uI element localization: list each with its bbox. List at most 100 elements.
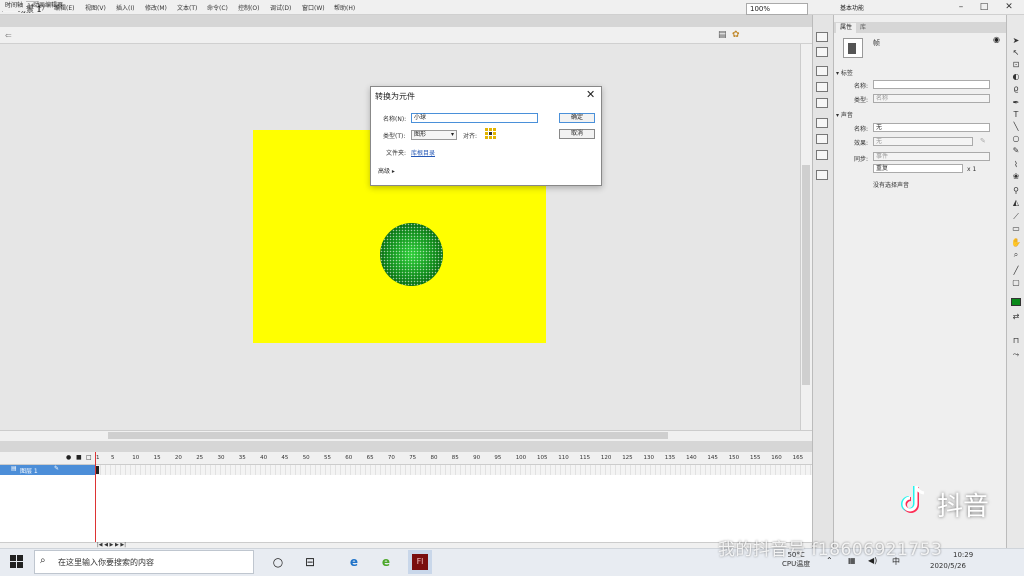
pencil-tool-icon[interactable]: ✎: [1010, 146, 1022, 155]
eraser-icon[interactable]: ▭: [1010, 224, 1022, 233]
edit-scene-icon[interactable]: ▤: [718, 30, 727, 40]
info-panel-icon[interactable]: [816, 82, 828, 92]
clock-time[interactable]: 10:29: [953, 551, 973, 559]
sound-name-select[interactable]: 无: [873, 123, 990, 132]
dialog-close-icon[interactable]: ✕: [586, 88, 595, 101]
back-arrow-icon[interactable]: ⇐: [5, 31, 12, 40]
menu-control[interactable]: 控制(O): [238, 3, 259, 12]
tab-motion-editor[interactable]: 动画编辑器: [30, 1, 66, 11]
components-panel-icon[interactable]: [816, 134, 828, 144]
minimize-button[interactable]: –: [950, 1, 972, 13]
symbol-name-input[interactable]: 小球: [411, 113, 538, 123]
lock-icon[interactable]: ■: [76, 454, 82, 461]
swap-colors-icon[interactable]: ⇄: [1010, 312, 1022, 321]
bone-tool-icon[interactable]: ⚲: [1010, 186, 1022, 195]
motion-presets-icon[interactable]: [816, 150, 828, 160]
outline-icon[interactable]: □: [86, 454, 92, 461]
color-panel-icon[interactable]: [816, 32, 828, 42]
frame-row[interactable]: [96, 465, 812, 475]
menu-debug[interactable]: 调试(D): [270, 3, 291, 12]
sync-select[interactable]: 事件: [873, 152, 990, 161]
oval-tool-icon[interactable]: ○: [1010, 134, 1022, 143]
horizontal-scroll-thumb[interactable]: [108, 432, 668, 439]
frame-tick: 105: [537, 455, 548, 461]
repeat-select[interactable]: 重复: [873, 164, 963, 173]
deco-tool-icon[interactable]: ❀: [1010, 172, 1022, 181]
taskbar-search-placeholder[interactable]: 在这里输入你要搜索的内容: [58, 557, 154, 568]
advanced-toggle[interactable]: 高级 ▸: [378, 166, 395, 175]
frame-tick: 25: [196, 455, 204, 461]
effect-select[interactable]: 无: [873, 137, 973, 146]
stroke-color-icon[interactable]: ╱: [1010, 266, 1022, 275]
section-label-header[interactable]: ▾ 标签: [836, 68, 853, 77]
playhead[interactable]: [95, 452, 96, 542]
frame-tick: 75: [409, 455, 417, 461]
transform-panel-icon[interactable]: [816, 118, 828, 128]
selection-tool-icon[interactable]: ➤: [1010, 36, 1022, 45]
frame-ruler[interactable]: 1 5 10 15 20 25 30 35 40 45 50 55 60 65 70 75 80 85 90 95 10…: [96, 452, 812, 465]
edit-envelope-icon[interactable]: ✎: [980, 137, 986, 145]
flash-taskbar-icon[interactable]: Fl: [408, 550, 432, 574]
align-panel-icon[interactable]: [816, 98, 828, 108]
maximize-button[interactable]: □: [973, 1, 995, 13]
label-type-label: 类型:: [854, 97, 869, 104]
section-sound-header[interactable]: ▾ 声音: [836, 110, 853, 119]
brush-tool-icon[interactable]: ⌇: [1010, 160, 1022, 169]
close-window-button[interactable]: ✕: [998, 1, 1020, 13]
label-type-select[interactable]: 名称: [873, 94, 990, 103]
layer-name[interactable]: 图层 1: [20, 466, 38, 475]
help-icon[interactable]: ◉: [993, 35, 1000, 44]
snap-magnet-icon[interactable]: ⊓: [1010, 336, 1022, 345]
subselection-tool-icon[interactable]: ↖: [1010, 48, 1022, 57]
clock-date[interactable]: 2020/5/26: [930, 562, 966, 570]
pen-tool-icon[interactable]: ✒: [1010, 98, 1022, 107]
lasso-tool-icon[interactable]: ϱ: [1010, 84, 1022, 93]
menu-help[interactable]: 帮助(H): [334, 3, 355, 12]
paint-bucket-icon[interactable]: ◭: [1010, 198, 1022, 207]
task-view-icon[interactable]: ⊟: [300, 552, 320, 572]
3d-rotation-tool-icon[interactable]: ◐: [1010, 72, 1022, 81]
keyframe[interactable]: [96, 466, 99, 474]
tab-timeline[interactable]: 时间轴: [2, 1, 27, 11]
line-tool-icon[interactable]: ╲: [1010, 122, 1022, 131]
fill-color-icon[interactable]: ▢: [1010, 278, 1022, 287]
library-panel-icon[interactable]: [816, 66, 828, 76]
menu-view[interactable]: 视图(V): [85, 3, 106, 12]
tab-properties[interactable]: 属性: [836, 23, 857, 33]
free-transform-tool-icon[interactable]: ⊡: [1010, 60, 1022, 69]
hand-tool-icon[interactable]: ✋: [1010, 238, 1022, 247]
menu-insert[interactable]: 插入(I): [116, 3, 134, 12]
text-tool-icon[interactable]: T: [1010, 110, 1022, 119]
ok-button[interactable]: 确定: [559, 113, 595, 123]
zoom-select[interactable]: 100%: [746, 3, 808, 15]
zoom-tool-icon[interactable]: ⌕: [1010, 250, 1022, 260]
cortana-icon[interactable]: ○: [268, 552, 288, 572]
menu-text[interactable]: 文本(T): [177, 3, 197, 12]
eye-icon[interactable]: ●: [66, 454, 71, 461]
edit-symbol-icon[interactable]: ✿: [732, 30, 740, 40]
code-snippets-icon[interactable]: [816, 170, 828, 180]
vertical-scroll-thumb[interactable]: [802, 165, 810, 385]
frame-tick: 90: [473, 455, 481, 461]
menu-commands[interactable]: 命令(C): [207, 3, 228, 12]
eyedropper-icon[interactable]: ⟋: [1010, 212, 1022, 222]
frame-label-input[interactable]: [873, 80, 990, 89]
repeat-count[interactable]: x 1: [967, 166, 976, 173]
timeline-body[interactable]: [0, 465, 812, 542]
fill-swatch[interactable]: [1011, 298, 1021, 306]
menu-window[interactable]: 窗口(W): [302, 3, 325, 12]
edge-browser-icon[interactable]: e: [344, 552, 364, 572]
menu-modify[interactable]: 修改(M): [145, 3, 167, 12]
library-root-link[interactable]: 库根目录: [411, 148, 435, 157]
tab-library[interactable]: 库: [856, 23, 870, 33]
smooth-icon[interactable]: ⤳: [1010, 350, 1022, 360]
cancel-button[interactable]: 取消: [559, 129, 595, 139]
windows-start-icon[interactable]: [10, 555, 24, 569]
ie-browser-icon[interactable]: e: [376, 552, 396, 572]
symbol-type-select[interactable]: 图形 ▾: [411, 130, 457, 140]
swatches-panel-icon[interactable]: [816, 47, 828, 57]
workspace-switcher[interactable]: 基本功能: [840, 3, 864, 12]
frame-tick: 140: [686, 455, 697, 461]
registration-grid[interactable]: [485, 128, 497, 140]
frame-tick: 50: [302, 455, 310, 461]
